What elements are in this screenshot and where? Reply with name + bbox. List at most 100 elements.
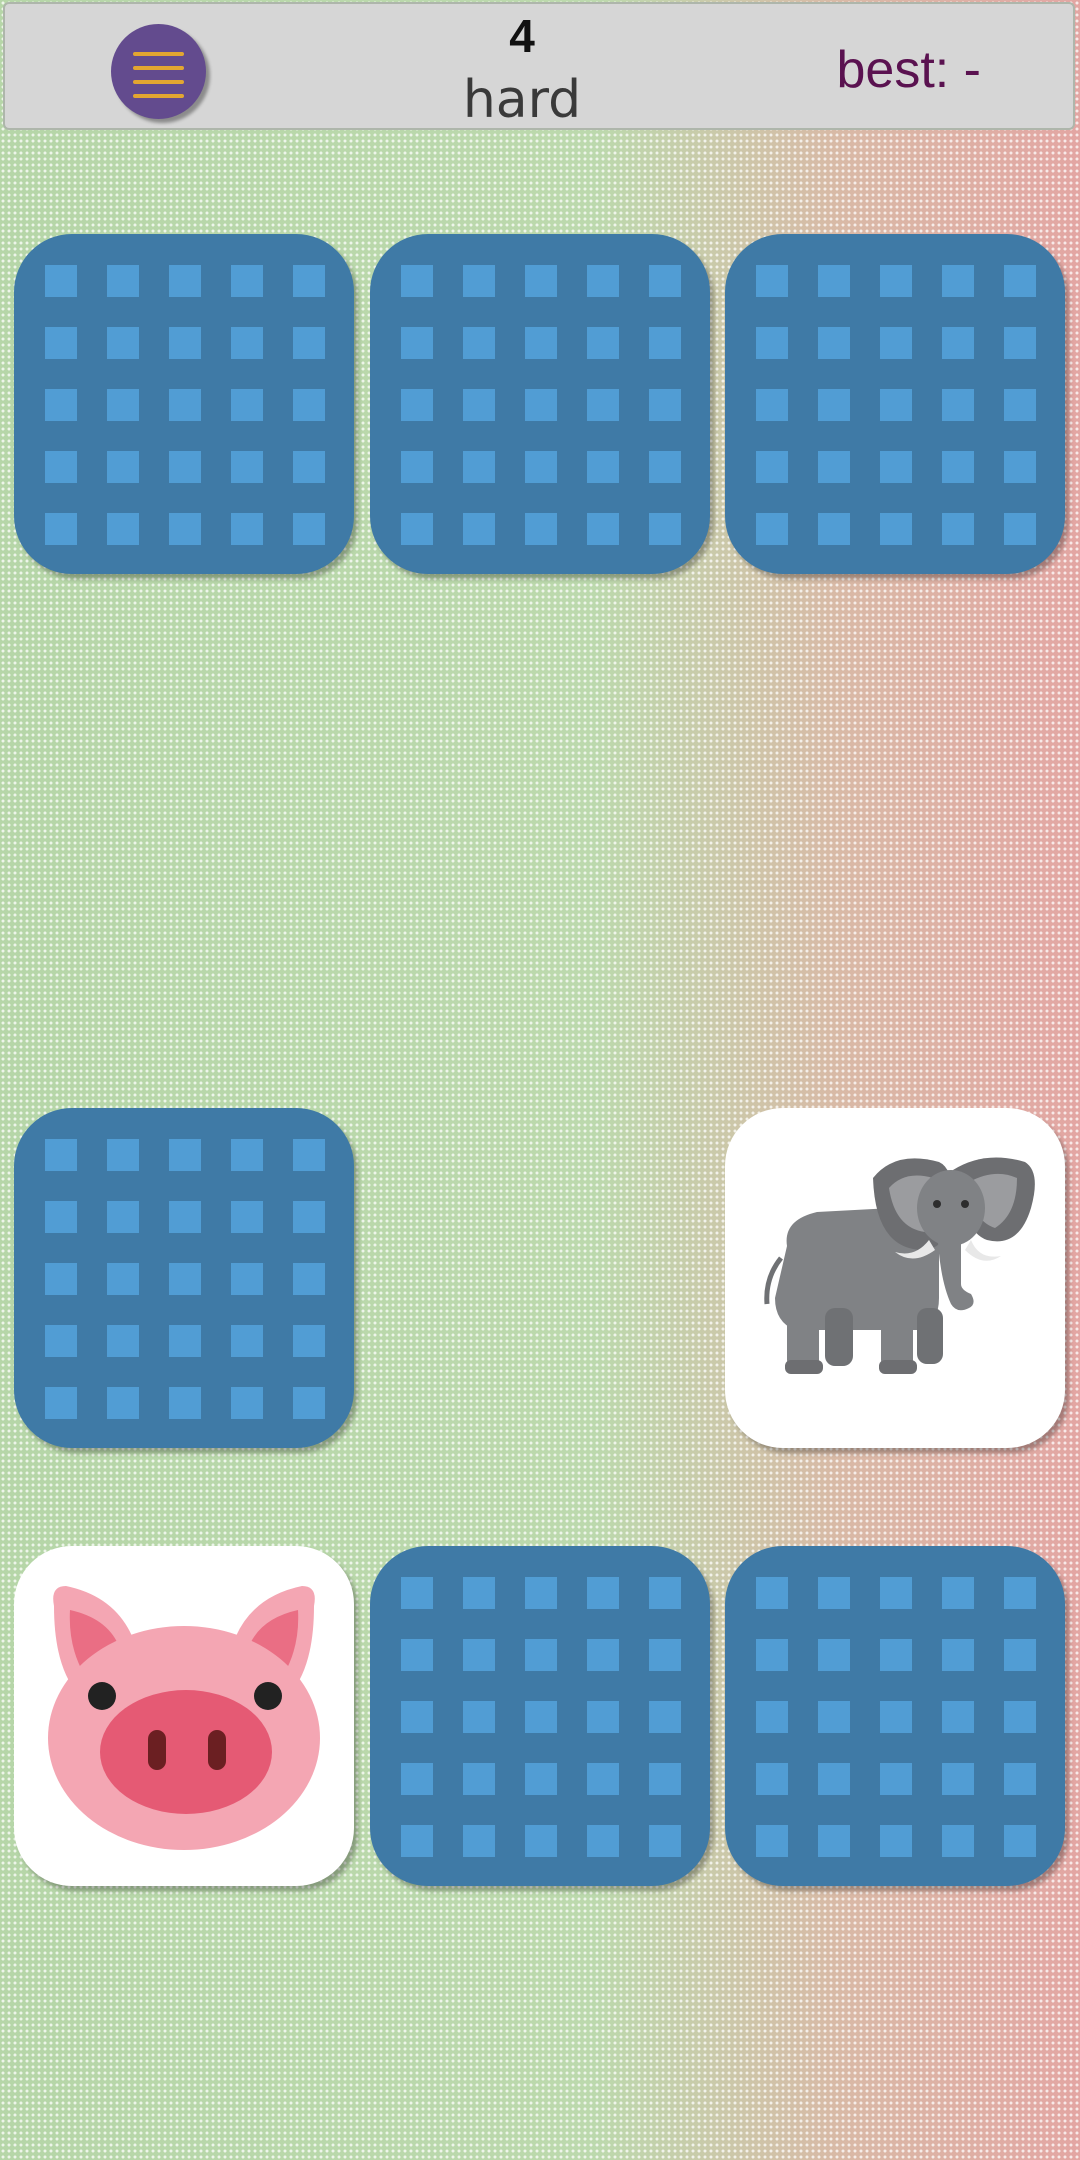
card-back-square (756, 1825, 788, 1857)
card-back-square (107, 389, 139, 421)
card-back-square (1004, 1577, 1036, 1609)
card-back-square (169, 1387, 201, 1419)
card-back-square (463, 451, 495, 483)
card-face-up[interactable] (14, 1546, 354, 1886)
card-back-square (525, 389, 557, 421)
card-back-square (45, 1387, 77, 1419)
pig-face-icon (48, 1586, 320, 1850)
card-back-square (45, 389, 77, 421)
card-back-square (463, 1701, 495, 1733)
card-back-square (818, 451, 850, 483)
card-back-square (107, 1387, 139, 1419)
card-face-down[interactable] (725, 1546, 1065, 1886)
card-back-square (649, 1577, 681, 1609)
card-back-square (587, 1825, 619, 1857)
elephant-icon (764, 1157, 1035, 1374)
card-back-square (463, 1763, 495, 1795)
card-back-square (45, 513, 77, 545)
card-back-square (649, 451, 681, 483)
card-back-square (818, 1701, 850, 1733)
card-back-square (169, 327, 201, 359)
card-back-square (942, 451, 974, 483)
card-back-square (231, 1201, 263, 1233)
card-back-square (880, 1763, 912, 1795)
hamburger-icon-line (133, 66, 184, 70)
card-back-square (45, 1263, 77, 1295)
card-back-square (649, 265, 681, 297)
card-back-square (293, 389, 325, 421)
card-back-square (649, 1701, 681, 1733)
card-back-square (525, 1577, 557, 1609)
card-back-square (463, 1639, 495, 1671)
card-back-square (756, 327, 788, 359)
card-back-square (525, 327, 557, 359)
card-back-square (525, 1825, 557, 1857)
card-back-square (231, 389, 263, 421)
card-back-square (942, 327, 974, 359)
card-back-square (1004, 327, 1036, 359)
card-back-square (818, 513, 850, 545)
card-face-down[interactable] (370, 1546, 710, 1886)
card-back-square (401, 389, 433, 421)
card-back-square (45, 327, 77, 359)
card-back-square (587, 1639, 619, 1671)
card-back-square (942, 513, 974, 545)
card-back-square (525, 265, 557, 297)
card-back-square (293, 1387, 325, 1419)
card-back-square (45, 1201, 77, 1233)
card-face-down[interactable] (14, 1108, 354, 1448)
card-back-square (169, 513, 201, 545)
card-back-square (169, 1201, 201, 1233)
card-face-down[interactable] (14, 234, 354, 574)
card-back-square (942, 265, 974, 297)
card-back-square (231, 1139, 263, 1171)
card-back-square (169, 451, 201, 483)
card-back-square (880, 451, 912, 483)
card-back-square (587, 1701, 619, 1733)
card-back-square (756, 451, 788, 483)
card-back-square (463, 1577, 495, 1609)
card-back-square (880, 1577, 912, 1609)
card-back-square (401, 513, 433, 545)
card-back-square (1004, 265, 1036, 297)
card-face-up[interactable] (725, 1108, 1065, 1448)
card-back-square (169, 1325, 201, 1357)
card-face-down[interactable] (725, 234, 1065, 574)
card-back-square (649, 327, 681, 359)
card-back-square (401, 1763, 433, 1795)
card-back-square (525, 1639, 557, 1671)
card-back-square (942, 1763, 974, 1795)
card-back-square (293, 1139, 325, 1171)
card-back-square (401, 1577, 433, 1609)
card-back-square (293, 1263, 325, 1295)
card-back-square (818, 265, 850, 297)
card-back-square (401, 1701, 433, 1733)
card-back-square (587, 389, 619, 421)
card-back-square (649, 513, 681, 545)
card-back-square (45, 1325, 77, 1357)
card-back-square (107, 265, 139, 297)
card-back-square (107, 1139, 139, 1171)
card-back-square (942, 1577, 974, 1609)
card-back-square (169, 1139, 201, 1171)
card-face-down[interactable] (370, 234, 710, 574)
card-back-square (293, 513, 325, 545)
card-back-square (756, 513, 788, 545)
card-back-square (107, 1325, 139, 1357)
card-back-square (293, 265, 325, 297)
card-back-square (587, 265, 619, 297)
card-back-square (818, 1825, 850, 1857)
card-back-square (880, 1701, 912, 1733)
card-back-square (756, 1763, 788, 1795)
card-back-square (1004, 451, 1036, 483)
card-back-square (525, 451, 557, 483)
card-back-square (587, 1577, 619, 1609)
card-back-square (107, 1263, 139, 1295)
card-back-square (587, 513, 619, 545)
card-back-square (756, 1639, 788, 1671)
card-back-square (231, 327, 263, 359)
card-back-square (525, 1763, 557, 1795)
card-back-square (942, 1639, 974, 1671)
card-back-square (1004, 389, 1036, 421)
card-back-square (587, 451, 619, 483)
